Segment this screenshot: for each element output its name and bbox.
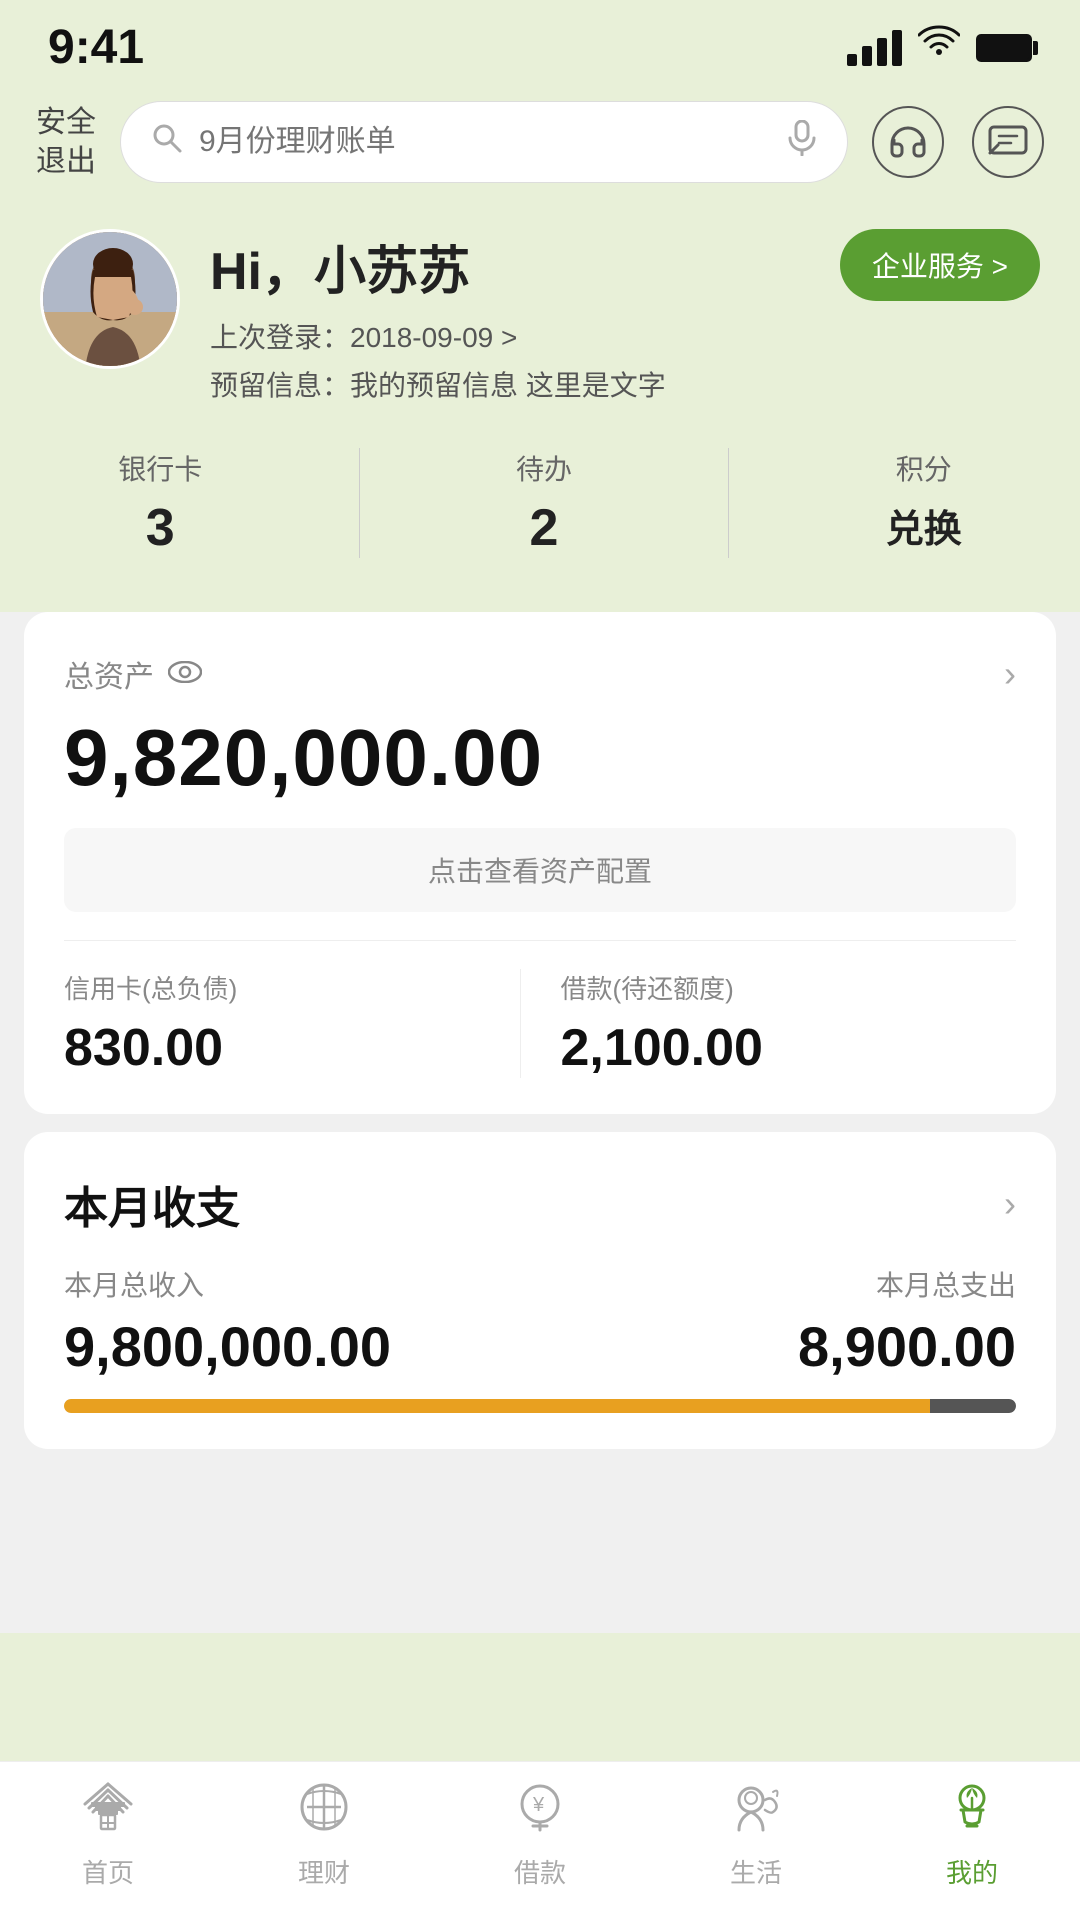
stat-points-label: 积分 — [896, 448, 952, 488]
stat-divider-2 — [728, 448, 729, 558]
nav-label-life: 生活 — [730, 1853, 782, 1890]
mic-icon[interactable] — [787, 120, 817, 164]
asset-title: 总资产 — [64, 652, 154, 696]
asset-card-header: 总资产 › — [64, 652, 1016, 696]
expense-value: 8,900.00 — [798, 1314, 1016, 1379]
asset-chevron-icon[interactable]: › — [1004, 653, 1016, 695]
eye-icon[interactable] — [168, 658, 202, 690]
safe-exit-button[interactable]: 安全 退出 — [36, 103, 96, 181]
profile-section: Hi，小苏苏 上次登录：2018-09-09 > 预留信息：我的预留信息 这里是… — [0, 199, 1080, 428]
credit-card-item[interactable]: 信用卡(总负债) 830.00 — [64, 969, 520, 1078]
loan-value: 2,100.00 — [561, 1018, 997, 1078]
main-content: 总资产 › 9,820,000.00 点击查看资产配置 信用卡(总负债) 830… — [0, 612, 1080, 1633]
income-row: 本月总收入 9,800,000.00 本月总支出 8,900.00 — [64, 1264, 1016, 1379]
nav-label-finance: 理财 — [298, 1853, 350, 1890]
income-card: 本月收支 › 本月总收入 9,800,000.00 本月总支出 8,900.00 — [24, 1132, 1056, 1449]
message-button[interactable] — [972, 106, 1044, 178]
stat-divider-1 — [359, 448, 360, 558]
income-card-header: 本月收支 › — [64, 1172, 1016, 1236]
expense-col: 本月总支出 8,900.00 — [798, 1264, 1016, 1379]
nav-item-home[interactable]: 首页 — [28, 1782, 188, 1890]
income-label: 本月总收入 — [64, 1264, 391, 1304]
stats-row: 银行卡 3 待办 2 积分 兑换 — [0, 428, 1080, 588]
income-col: 本月总收入 9,800,000.00 — [64, 1264, 391, 1379]
stat-bank-card-value: 3 — [146, 498, 175, 558]
asset-sub-row: 信用卡(总负债) 830.00 借款(待还额度) 2,100.00 — [64, 940, 1016, 1078]
headphone-button[interactable] — [872, 106, 944, 178]
progress-bar — [64, 1399, 1016, 1413]
stat-pending-label: 待办 — [516, 448, 572, 488]
signal-icon — [847, 30, 902, 66]
stat-pending-value: 2 — [530, 498, 559, 558]
avatar-image — [43, 232, 180, 369]
stat-pending[interactable]: 待办 2 — [516, 448, 572, 558]
stat-bank-card-label: 银行卡 — [118, 448, 202, 488]
asset-config-button[interactable]: 点击查看资产配置 — [64, 828, 1016, 912]
search-icon — [151, 122, 183, 162]
nav-item-finance[interactable]: 理财 — [244, 1782, 404, 1890]
progress-income-bar — [64, 1399, 930, 1413]
status-bar: 9:41 — [0, 0, 1080, 85]
top-actions — [872, 106, 1044, 178]
nav-label-loan: 借款 — [514, 1853, 566, 1890]
progress-expense-bar — [930, 1399, 1016, 1413]
profile-message: 预留信息：我的预留信息 这里是文字 — [210, 364, 1040, 404]
avatar — [40, 229, 180, 369]
wifi-icon — [918, 25, 960, 71]
stat-bank-card[interactable]: 银行卡 3 — [118, 448, 202, 558]
expense-label: 本月总支出 — [798, 1264, 1016, 1304]
asset-card: 总资产 › 9,820,000.00 点击查看资产配置 信用卡(总负债) 830… — [24, 612, 1056, 1114]
life-icon — [729, 1782, 783, 1845]
asset-amount: 9,820,000.00 — [64, 712, 1016, 804]
nav-item-loan[interactable]: ¥ 借款 — [460, 1782, 620, 1890]
credit-card-label: 信用卡(总负债) — [64, 969, 500, 1006]
finance-icon — [297, 1782, 351, 1845]
income-title: 本月收支 — [64, 1172, 240, 1236]
nav-label-home: 首页 — [82, 1853, 134, 1890]
battery-icon — [976, 34, 1032, 62]
loan-icon: ¥ — [513, 1782, 567, 1845]
search-bar[interactable] — [120, 101, 848, 183]
nav-item-life[interactable]: 生活 — [676, 1782, 836, 1890]
credit-card-value: 830.00 — [64, 1018, 500, 1078]
bottom-nav: 首页 理财 ¥ 借款 — [0, 1761, 1080, 1920]
search-input[interactable] — [199, 125, 771, 159]
top-bar: 安全 退出 — [0, 85, 1080, 199]
stat-points[interactable]: 积分 兑换 — [886, 448, 962, 558]
status-time: 9:41 — [48, 20, 144, 75]
nav-item-mine[interactable]: 我的 — [892, 1782, 1052, 1890]
status-icons — [847, 25, 1032, 71]
svg-text:¥: ¥ — [532, 1794, 545, 1816]
income-value: 9,800,000.00 — [64, 1314, 391, 1379]
loan-label: 借款(待还额度) — [561, 969, 997, 1006]
mine-icon — [945, 1782, 999, 1845]
home-icon — [81, 1782, 135, 1845]
income-chevron-icon[interactable]: › — [1004, 1183, 1016, 1225]
enterprise-button[interactable]: 企业服务 > — [840, 229, 1040, 301]
loan-item[interactable]: 借款(待还额度) 2,100.00 — [520, 969, 1017, 1078]
profile-last-login[interactable]: 上次登录：2018-09-09 > — [210, 316, 1040, 356]
nav-label-mine: 我的 — [946, 1853, 998, 1890]
stat-points-value: 兑换 — [886, 498, 962, 553]
